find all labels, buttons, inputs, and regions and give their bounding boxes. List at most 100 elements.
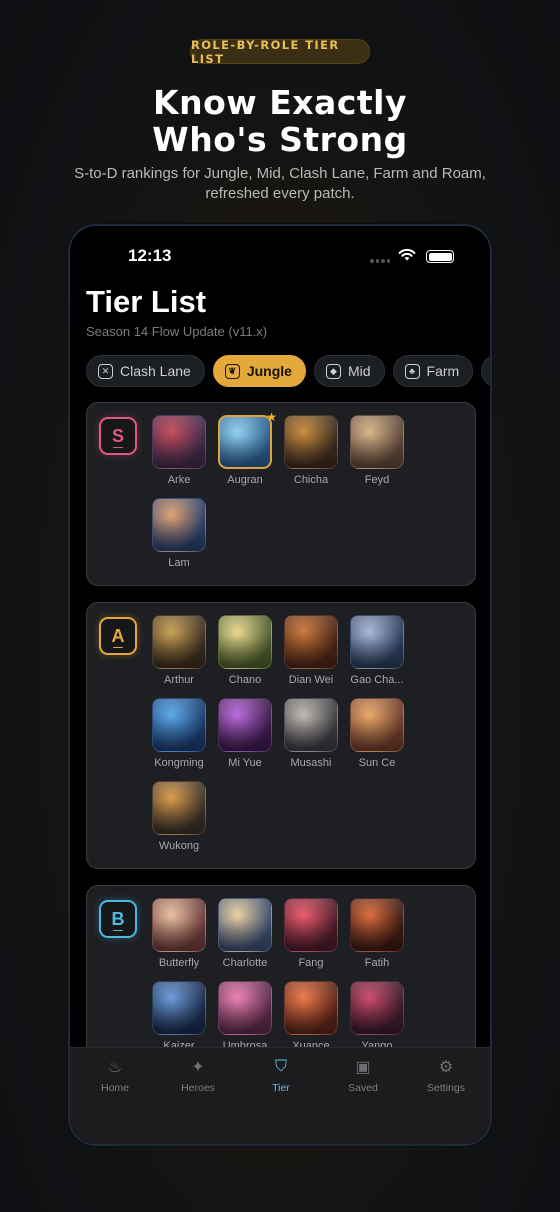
hero-sun-ce[interactable]: Sun Ce [349,698,405,769]
tab-clash-lane[interactable]: ✕ Clash Lane [86,355,205,387]
tier-list-scroll[interactable]: S Arke ★ Augran Chicha Feyd Lam A Arthur Chano Dia… [70,402,490,1047]
nav-home[interactable]: ♨ Home [80,1056,150,1094]
hero-gao-cha[interactable]: Gao Cha... [349,615,405,686]
hero-portrait[interactable] [152,615,206,669]
hero-portrait[interactable] [152,781,206,835]
tier-b-card: B Butterfly Charlotte Fang Fatih Kaizer Umbros… [86,885,476,1047]
hero-portrait[interactable] [284,698,338,752]
hero-portrait[interactable] [218,981,272,1035]
tier-label: S [111,425,124,446]
hero-lam[interactable]: Lam [151,498,207,569]
headline-line-1: Know Exactly [153,83,407,122]
hero-icon: ✦ [191,1059,205,1076]
hero-name: Kaizer [163,1040,195,1047]
hero-name: Fatih [364,957,390,969]
hero-name: Musashi [290,757,332,769]
hero-arke[interactable]: Arke [151,415,207,486]
tier-underline [113,646,123,648]
hero-butterfly[interactable]: Butterfly [151,898,207,969]
tab-mid[interactable]: ◆ Mid [313,355,385,387]
tier-a-card: A Arthur Chano Dian Wei Gao Cha... Kongming Mi… [86,602,476,869]
hero-kongming[interactable]: Kongming [151,698,207,769]
hero-fang[interactable]: Fang [283,898,339,969]
hero-name: Yango [361,1040,393,1047]
hero-chicha[interactable]: Chicha [283,415,339,486]
tab-farm[interactable]: ♣ Farm [392,355,474,387]
sprout-icon: ♣ [404,363,420,379]
hero-portrait[interactable] [218,898,272,952]
hero-xuance[interactable]: Xuance [283,981,339,1047]
nav-tier[interactable]: ⛉ Tier [246,1056,316,1094]
nav-label: Tier [272,1082,290,1094]
hero-portrait[interactable] [350,698,404,752]
hero-umbrosa[interactable]: Umbrosa [217,981,273,1047]
hero-chano[interactable]: Chano [217,615,273,686]
nav-label: Saved [348,1082,378,1094]
status-bar: 12:13 [70,226,490,286]
hero-charlotte[interactable]: Charlotte [217,898,273,969]
drop-icon: ◆ [325,363,341,379]
hero-portrait[interactable] [350,615,404,669]
hero-portrait[interactable] [350,981,404,1035]
tab-label: Clash Lane [120,363,191,379]
hero-portrait[interactable] [218,615,272,669]
hero-portrait[interactable] [350,898,404,952]
hero-name: Kongming [154,757,204,769]
hero-feyd[interactable]: Feyd [349,415,405,486]
role-tabs: ✕ Clash Lane ❦ Jungle ◆ Mid ♣ Farm [86,355,490,387]
tier-shield-icon: ⛉ [274,1058,287,1075]
promo-subhead: S-to-D rankings for Jungle, Mid, Clash L… [74,165,486,202]
tier-a-badge: A [99,617,137,655]
hero-dian-wei[interactable]: Dian Wei [283,615,339,686]
hero-name: Dian Wei [288,674,334,686]
hero-portrait[interactable] [152,981,206,1035]
tier-label: B [111,908,125,929]
hero-portrait[interactable] [350,415,404,469]
tier-s-card: S Arke ★ Augran Chicha Feyd Lam [86,402,476,586]
hero-augran[interactable]: ★ Augran [217,410,277,486]
hero-name: Chicha [293,474,329,486]
hero-name: Feyd [364,474,390,486]
hero-name: Arthur [164,674,194,686]
hero-wukong[interactable]: Wukong [151,781,207,852]
leaf-icon: ❦ [224,363,240,379]
hero-portrait[interactable] [218,415,272,469]
battery-icon [426,250,454,263]
hero-name: Lam [168,557,190,569]
season-subtitle: Season 14 Flow Update (v11.x) [86,324,268,339]
hero-musashi[interactable]: Musashi [283,698,339,769]
featured-star-icon: ★ [266,410,277,424]
hero-portrait[interactable] [152,898,206,952]
tier-label: A [111,625,125,646]
hero-portrait[interactable] [284,981,338,1035]
tab-label: Farm [426,363,460,379]
tier-s-badge: S [99,417,137,455]
hero-kaizer[interactable]: Kaizer [151,981,207,1047]
hero-portrait[interactable] [152,698,206,752]
tab-label: Jungle [246,363,292,379]
hero-mi-yue[interactable]: Mi Yue [217,698,273,769]
promo-headline: Know Exactly Who's Strong [0,84,560,158]
nav-saved[interactable]: ▣ Saved [328,1056,398,1094]
hero-portrait[interactable] [284,898,338,952]
hero-portrait[interactable] [218,698,272,752]
hero-portrait[interactable] [152,498,206,552]
hero-name: Charlotte [222,957,268,969]
hero-fatih[interactable]: Fatih [349,898,405,969]
hero-portrait[interactable] [152,415,206,469]
nav-settings[interactable]: ⚙ Settings [411,1056,481,1094]
tab-label: Mid [347,363,371,379]
hero-portrait[interactable] [284,415,338,469]
nav-heroes[interactable]: ✦ Heroes [163,1056,233,1094]
tab-jungle[interactable]: ❦ Jungle [212,355,306,387]
tab-overflow-peek[interactable] [481,355,490,387]
hero-name: Chano [228,674,262,686]
hero-portrait[interactable] [284,615,338,669]
hero-arthur[interactable]: Arthur [151,615,207,686]
hero-name: Xuance [292,1040,330,1047]
wifi-icon [398,248,416,261]
hero-yango[interactable]: Yango [349,981,405,1047]
hero-name: Gao Cha... [350,674,404,686]
tier-b-badge: B [99,900,137,938]
tier-underline [113,446,123,448]
